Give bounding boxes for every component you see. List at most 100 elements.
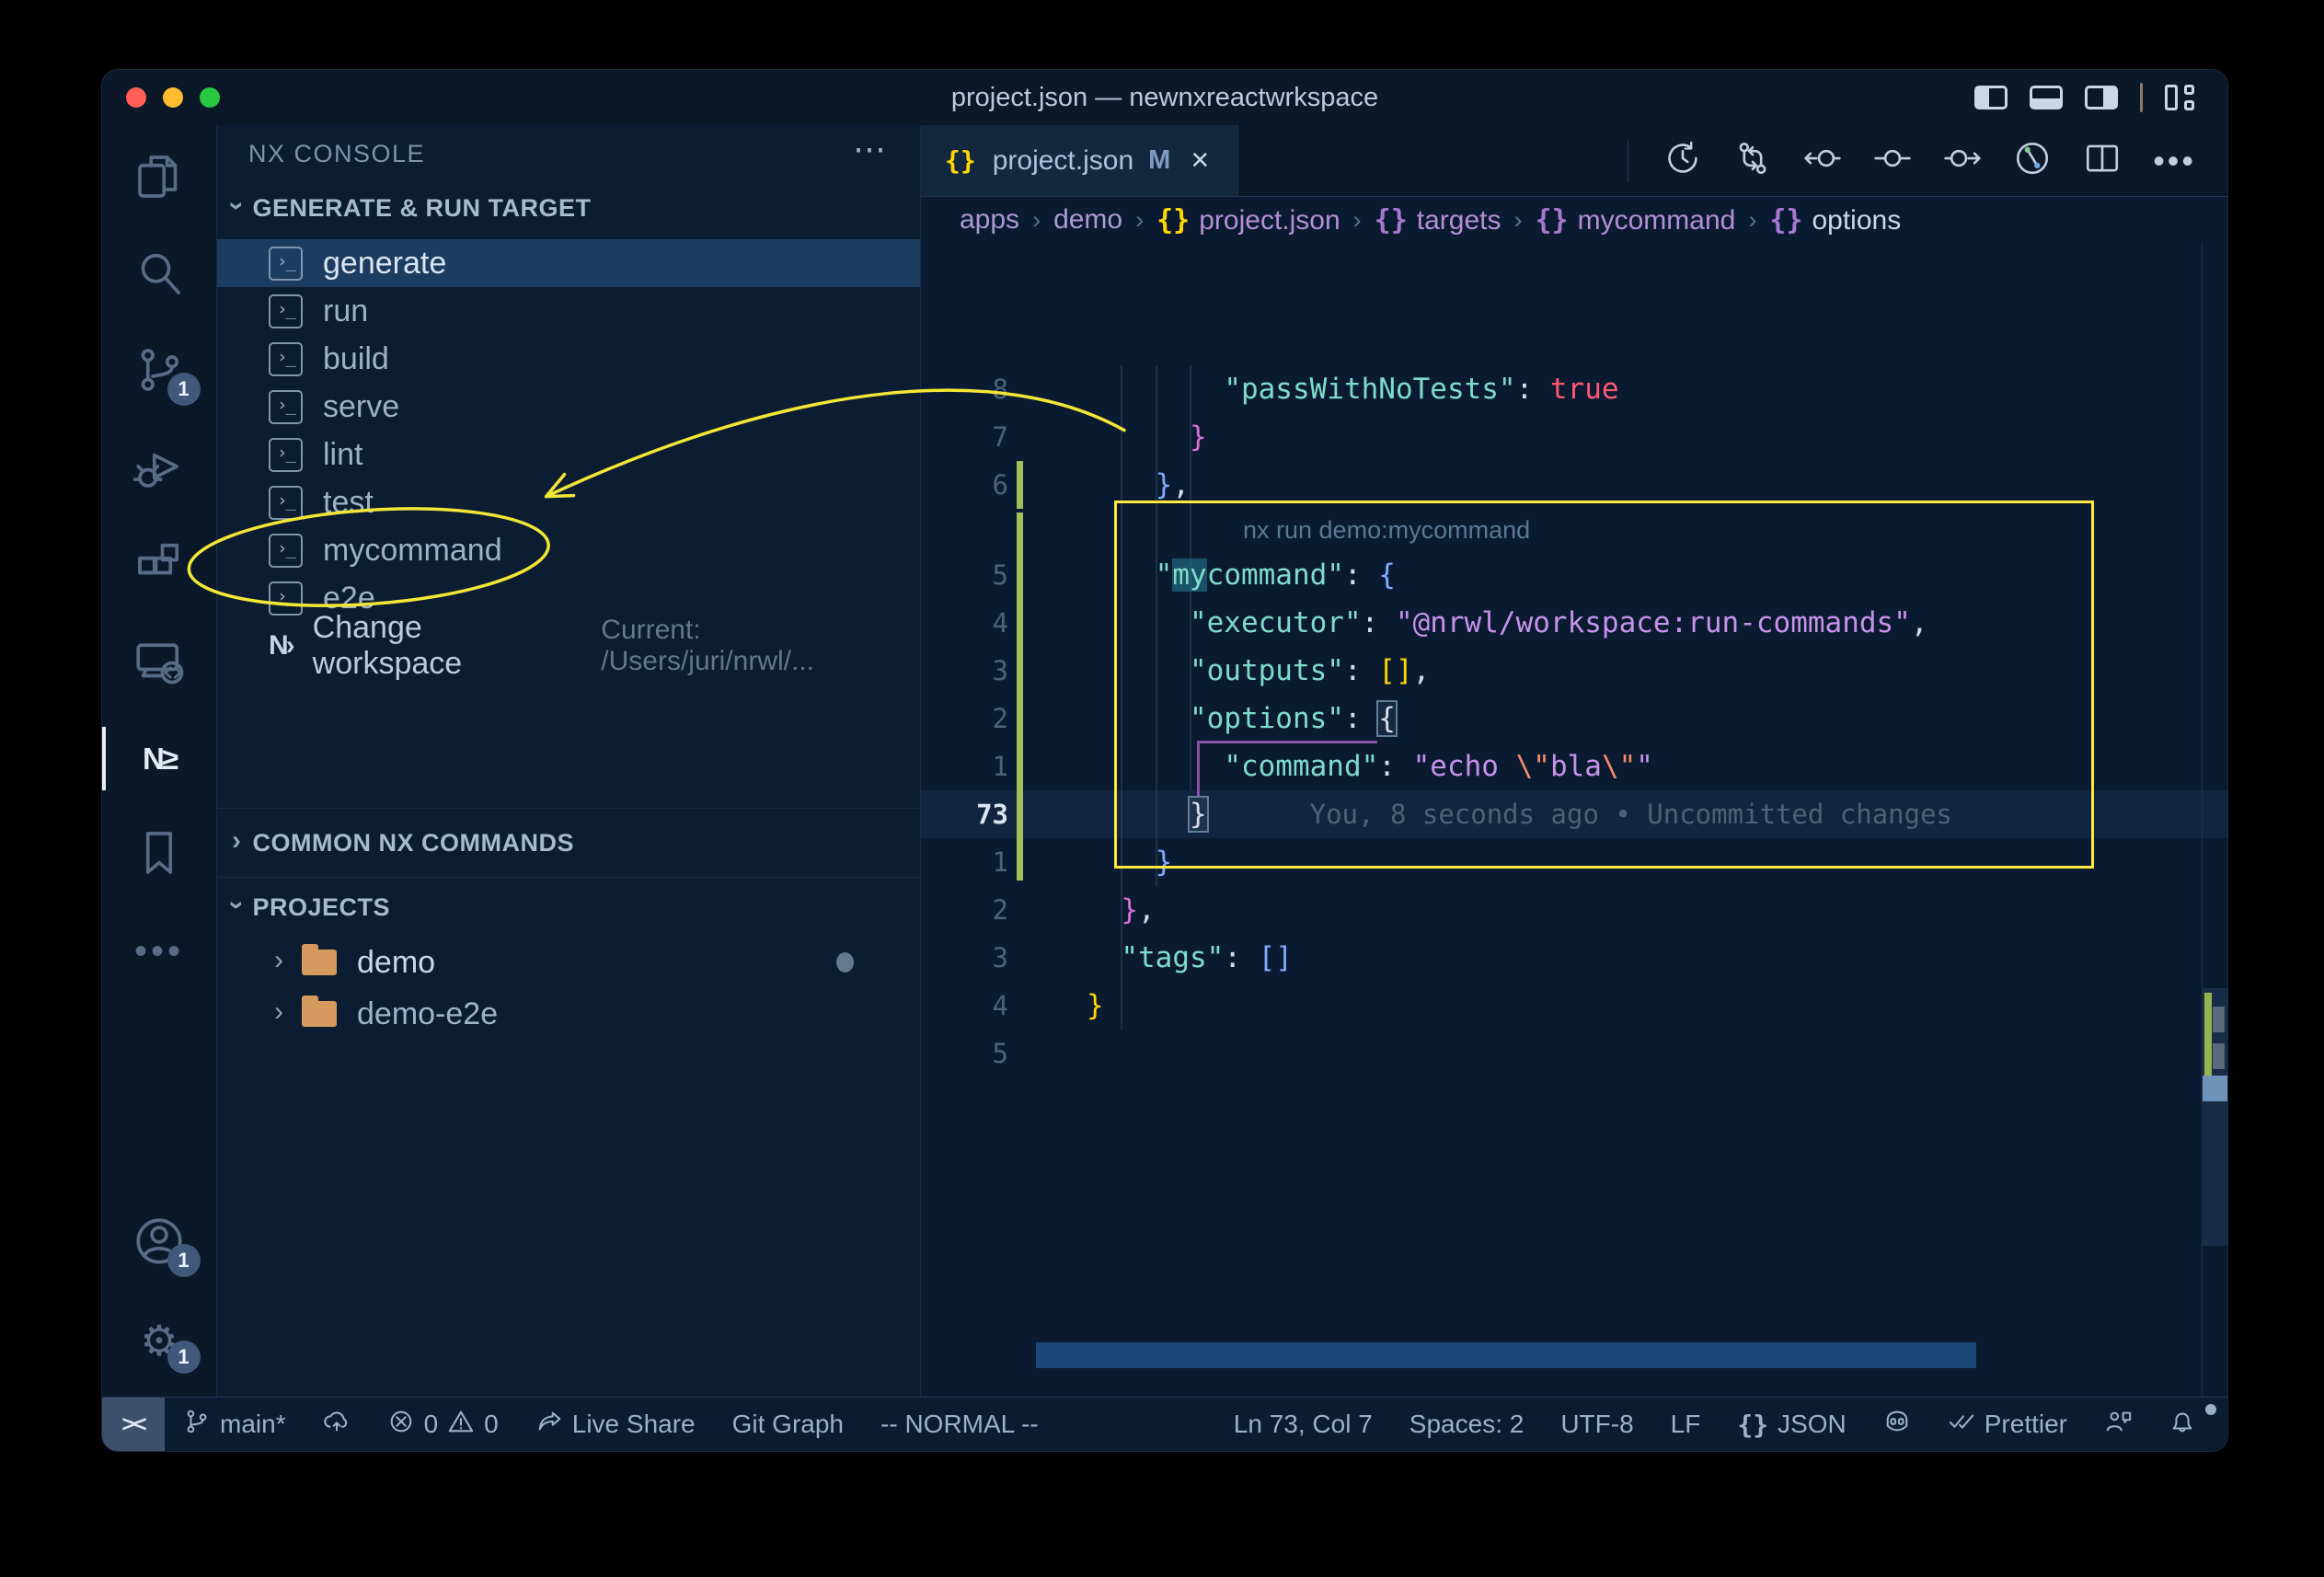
formatter-item[interactable]: Prettier (1929, 1408, 2086, 1442)
braces-icon: {} (1769, 204, 1802, 236)
target-item-serve[interactable]: ›_ serve (217, 383, 920, 431)
target-item-test[interactable]: ›_test (217, 478, 920, 526)
toggle-sidebar-icon[interactable] (1974, 86, 2008, 109)
cursor-position-item[interactable]: Ln 73, Col 7 (1215, 1410, 1391, 1439)
sidebar-title: NX CONSOLE (248, 140, 425, 168)
indentation-item[interactable]: Spaces: 2 (1391, 1410, 1543, 1439)
code-line[interactable]: 8 "passWithNoTests": true (921, 365, 2227, 413)
target-item-generate[interactable]: ›_generate (217, 239, 920, 287)
target-label: serve (323, 389, 399, 425)
sidebar-item-extensions[interactable] (102, 517, 217, 614)
terminal-icon: ›_ (269, 390, 303, 424)
breadcrumb-item-targets[interactable]: {}targets (1375, 204, 1501, 236)
sidebar-item-run-debug[interactable] (102, 420, 217, 517)
code-line[interactable]: 7 } (921, 413, 2227, 461)
git-graph-item[interactable]: Git Graph (714, 1410, 862, 1439)
sync-item[interactable] (305, 1408, 369, 1442)
accounts-button[interactable]: 1 (102, 1195, 217, 1292)
sidebar-item-remote-explorer[interactable] (102, 614, 217, 710)
compare-changes-icon[interactable] (1733, 139, 1772, 182)
breadcrumb-item-demo[interactable]: demo (1053, 204, 1122, 236)
vscode-window: project.json — newnxreactwrkspace 1 (101, 69, 2228, 1452)
project-item-demo-e2e[interactable]: ›demo-e2e (217, 988, 920, 1040)
code-line[interactable]: 3 "tags": [] (921, 934, 2227, 982)
change-workspace-label: Change workspace (313, 610, 580, 682)
sidebar-item-bookmarks[interactable] (102, 807, 217, 904)
eol-item[interactable]: LF (1652, 1410, 1720, 1439)
remote-indicator[interactable]: >< (102, 1398, 165, 1451)
section-common-nx-commands[interactable]: › COMMON NX COMMANDS (217, 808, 920, 878)
sidebar-item-search[interactable] (102, 227, 217, 324)
vertical-scrollbar[interactable] (2202, 243, 2227, 1398)
target-label: mycommand (323, 533, 502, 569)
overview-modified-mark (2204, 993, 2212, 1076)
json-file-icon: {} (945, 145, 976, 176)
chevron-right-icon: › (274, 996, 283, 1028)
timeline-icon[interactable] (1663, 139, 1702, 182)
customize-layout-icon[interactable] (2165, 85, 2194, 110)
git-graph-view-icon[interactable] (2013, 139, 2052, 182)
vim-mode-indicator: -- NORMAL -- (862, 1410, 1057, 1439)
line-number: 2 (921, 703, 1008, 734)
target-item-build[interactable]: ›_build (217, 335, 920, 383)
copilot-item[interactable] (1865, 1408, 1929, 1442)
toggle-panel-icon[interactable] (2030, 86, 2063, 109)
split-editor-icon[interactable] (2083, 139, 2122, 182)
editor-more-actions-icon[interactable]: ••• (2153, 142, 2196, 180)
target-item-mycommand[interactable]: ›_ mycommand (217, 526, 920, 574)
settings-button[interactable]: ⚙ 1 (102, 1292, 217, 1388)
breadcrumb-item-mycommand[interactable]: {}mycommand (1536, 204, 1736, 236)
section-generate-run-target[interactable]: › GENERATE & RUN TARGET (217, 182, 920, 234)
previous-change-icon[interactable] (1803, 139, 1842, 182)
code-line[interactable]: 2 }, (921, 886, 2227, 934)
project-list: ›demo›demo-e2e (217, 937, 920, 1040)
sidebar-item-more[interactable]: ••• (102, 904, 217, 1000)
sidebar-item-source-control[interactable]: 1 (102, 324, 217, 420)
annotation-highlight-box (1114, 501, 2094, 869)
terminal-icon: ›_ (269, 342, 303, 376)
tab-project-json[interactable]: {} project.json M × (921, 125, 1238, 196)
change-workspace-item[interactable]: N› Change workspace Current: /Users/juri… (217, 622, 920, 670)
code-area[interactable]: 8 "passWithNoTests": true7 }6 },nx run d… (921, 243, 2227, 1398)
feedback-item[interactable] (2086, 1408, 2150, 1442)
chevron-down-icon: › (221, 201, 252, 212)
toggle-secondary-sidebar-icon[interactable] (2085, 86, 2118, 109)
target-item-lint[interactable]: ›_lint (217, 431, 920, 478)
double-check-icon (1948, 1408, 1975, 1442)
horizontal-scrollbar[interactable] (1036, 1342, 1976, 1368)
target-label: lint (323, 437, 362, 473)
notifications-item[interactable] (2150, 1408, 2215, 1442)
breadcrumb-separator: › (1748, 206, 1756, 235)
folder-icon (302, 1001, 337, 1027)
titlebar: project.json — newnxreactwrkspace (102, 70, 2227, 125)
titlebar-divider (2140, 83, 2143, 112)
encoding-item[interactable]: UTF-8 (1542, 1410, 1651, 1439)
section-projects[interactable]: › PROJECTS (217, 878, 920, 937)
breadcrumb-item-options[interactable]: {}options (1769, 204, 1901, 236)
nx-console-icon: N≥ (143, 742, 176, 777)
nx-logo-icon: N› (269, 630, 293, 662)
terminal-icon: ›_ (269, 534, 303, 568)
code-line[interactable]: 5 (921, 1030, 2227, 1077)
status-bar: >< main* 0 0 Live Share Git Graph -- NOR… (102, 1397, 2227, 1451)
line-number: 3 (921, 942, 1008, 973)
copilot-icon (1883, 1408, 1911, 1442)
terminal-icon: ›_ (269, 486, 303, 520)
breadcrumb-item-apps[interactable]: apps (960, 204, 1019, 236)
live-share-item[interactable]: Live Share (517, 1408, 714, 1442)
breadcrumb-item-project.json[interactable]: {}project.json (1156, 204, 1340, 236)
code-line[interactable]: 4} (921, 982, 2227, 1030)
problems-item[interactable]: 0 0 (369, 1408, 517, 1442)
bookmark-icon (133, 827, 185, 883)
close-tab-icon[interactable]: × (1191, 143, 1209, 178)
git-branch-item[interactable]: main* (165, 1408, 305, 1442)
sidebar-item-explorer[interactable] (102, 131, 217, 227)
target-item-run[interactable]: ›_run (217, 287, 920, 335)
scm-badge: 1 (167, 373, 201, 406)
project-item-demo[interactable]: ›demo (217, 937, 920, 988)
next-change-icon[interactable] (1943, 139, 1982, 182)
braces-icon: {} (1737, 1410, 1768, 1440)
current-change-icon[interactable] (1873, 139, 1912, 182)
sidebar-item-nx-console[interactable]: N≥ (102, 710, 217, 807)
language-mode-item[interactable]: {} JSON (1719, 1410, 1864, 1440)
